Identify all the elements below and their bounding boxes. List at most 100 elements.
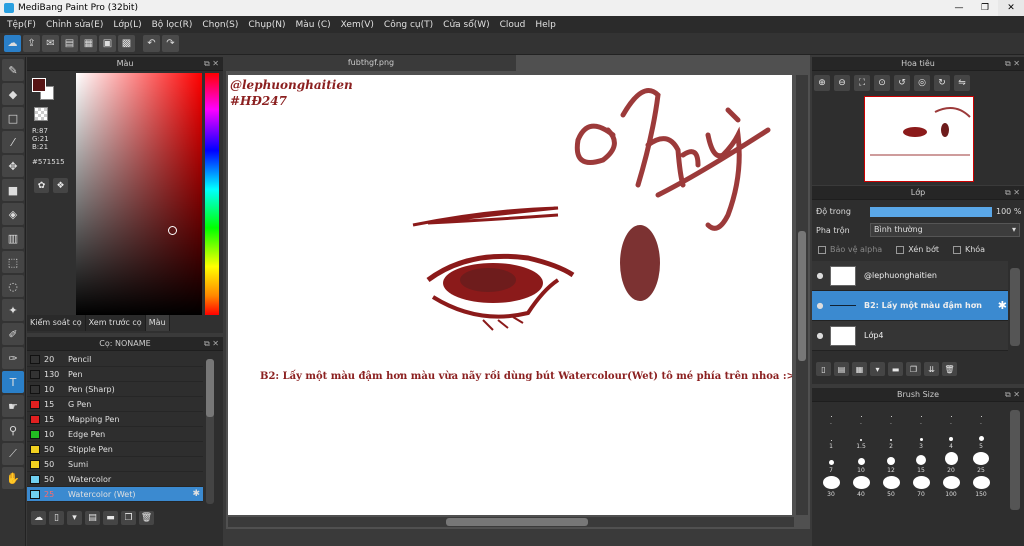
color-cursor[interactable] — [168, 226, 177, 235]
zoom-in-icon[interactable]: ⊕ — [814, 75, 830, 91]
panel-close-icon[interactable]: ⧉ ✕ — [1005, 388, 1020, 402]
brush-item[interactable]: 50 Stipple Pen — [27, 442, 203, 457]
brush-size-option[interactable]: 10 — [846, 452, 876, 476]
brush-size-option[interactable]: 3 — [906, 428, 936, 452]
menu-filter[interactable]: Bộ lọc(R) — [147, 20, 198, 30]
zoom-out-icon[interactable]: ⊖ — [834, 75, 850, 91]
scrollbar-thumb[interactable] — [798, 231, 806, 361]
move-tool-icon[interactable]: ✥ — [2, 155, 24, 177]
select-eraser-icon[interactable]: ✑ — [2, 347, 24, 369]
brush-size-scrollbar[interactable] — [1010, 410, 1020, 510]
gear-icon[interactable]: ✱ — [192, 489, 200, 499]
folder-icon[interactable]: ▬ — [888, 362, 903, 376]
brush-size-option[interactable]: 150 — [966, 476, 996, 500]
brush-size-option[interactable]: 2 — [876, 428, 906, 452]
tab-brush-preview[interactable]: Xem trước cọ — [85, 315, 146, 331]
brush-size-option[interactable]: 40 — [846, 476, 876, 500]
rotate-left-icon[interactable]: ↺ — [894, 75, 910, 91]
brush-size-option[interactable]: 5 — [966, 428, 996, 452]
brush-size-option[interactable]: . — [816, 404, 846, 428]
new-layer-icon[interactable]: ▯ — [816, 362, 831, 376]
merge-layer-icon[interactable]: ⇊ — [924, 362, 939, 376]
layer-row-selected[interactable]: ● B2: Lấy một màu đậm hơn ✱ — [812, 291, 1008, 321]
delete-icon[interactable]: 🗑 — [942, 362, 957, 376]
flip-icon[interactable]: ⇋ — [954, 75, 970, 91]
brush-item[interactable]: 50 Watercolor — [27, 472, 203, 487]
brush-size-option[interactable]: 7 — [816, 452, 846, 476]
palette-icon[interactable]: ✿ — [34, 178, 49, 193]
brush-size-option[interactable]: 4 — [936, 428, 966, 452]
hue-slider[interactable] — [205, 73, 219, 315]
visibility-icon[interactable]: ● — [812, 331, 828, 340]
brush-size-option[interactable]: 25 — [966, 452, 996, 476]
brush-item-selected[interactable]: 25 Watercolor (Wet) ✱ — [27, 487, 203, 502]
fit-icon[interactable]: ⛶ — [854, 75, 870, 91]
brush-item[interactable]: 10 Edge Pen — [27, 427, 203, 442]
add-layer-menu-icon[interactable]: ▾ — [870, 362, 885, 376]
menu-tools[interactable]: Công cụ(T) — [379, 20, 438, 30]
panel-close-icon[interactable]: ⧉ ✕ — [1005, 57, 1020, 71]
canvas-vertical-scrollbar[interactable] — [796, 75, 808, 515]
rotate-reset-icon[interactable]: ◎ — [914, 75, 930, 91]
brush-size-option[interactable]: 20 — [936, 452, 966, 476]
brush-item[interactable]: 130 Pen — [27, 367, 203, 382]
canvas[interactable]: @lephuonghaitien #HĐ247 B2: Lấy một màu … — [228, 75, 792, 515]
layer-row[interactable]: ● Lớp4 — [812, 321, 1008, 351]
lock-checkbox[interactable]: Khóa — [952, 245, 985, 254]
shape-tool-icon[interactable]: □ — [2, 107, 24, 129]
brush-item[interactable]: 50 Sumi — [27, 457, 203, 472]
menu-color[interactable]: Màu (C) — [291, 20, 336, 30]
tab-brush-control[interactable]: Kiểm soát cọ — [27, 315, 86, 331]
page-icon[interactable]: ▤ — [61, 35, 78, 52]
brush-size-option[interactable]: . — [966, 404, 996, 428]
document-tab[interactable]: fubthgf.png — [226, 55, 516, 71]
menu-window[interactable]: Cửa sổ(W) — [438, 20, 494, 30]
brush-size-option[interactable]: 70 — [906, 476, 936, 500]
brush-list-scrollbar[interactable] — [206, 359, 214, 504]
comment-icon[interactable]: ✉ — [42, 35, 59, 52]
menu-snap[interactable]: Chụp(N) — [243, 20, 290, 30]
minimize-button[interactable]: — — [946, 0, 972, 16]
new-8bit-layer-icon[interactable]: ▦ — [852, 362, 867, 376]
eyedropper-icon[interactable]: ⟋ — [2, 443, 24, 465]
document-icon[interactable]: ▦ — [80, 35, 97, 52]
brush-item[interactable]: 10 Pen (Sharp) — [27, 382, 203, 397]
dropper-icon[interactable]: ⚲ — [2, 419, 24, 441]
brush-size-option[interactable]: 100 — [936, 476, 966, 500]
brush-size-option[interactable]: . — [936, 404, 966, 428]
brush-item[interactable]: 20 Pencil — [27, 352, 203, 367]
dot-tool-icon[interactable]: ⁄ — [2, 131, 24, 153]
opacity-slider[interactable] — [870, 207, 992, 217]
add-brush-icon[interactable]: ▾ — [67, 511, 82, 525]
brush-tool-icon[interactable]: ✎ — [2, 59, 24, 81]
brush-size-option[interactable]: . — [906, 404, 936, 428]
brush-size-option[interactable]: . — [876, 404, 906, 428]
menu-help[interactable]: Help — [530, 20, 561, 30]
magic-wand-icon[interactable]: ✦ — [2, 299, 24, 321]
maximize-button[interactable]: ❐ — [972, 0, 998, 16]
close-button[interactable]: ✕ — [998, 0, 1024, 16]
folder-icon[interactable]: ▬ — [103, 511, 118, 525]
canvas-horizontal-scrollbar[interactable] — [228, 517, 794, 527]
grid-icon[interactable]: ▩ — [118, 35, 135, 52]
brush-size-option[interactable]: 30 — [816, 476, 846, 500]
scrollbar-thumb[interactable] — [206, 359, 214, 417]
brush-size-option[interactable]: 1 — [816, 428, 846, 452]
eraser-tool-icon[interactable]: ◆ — [2, 83, 24, 105]
menu-file[interactable]: Tệp(F) — [2, 20, 41, 30]
menu-view[interactable]: Xem(V) — [336, 20, 379, 30]
visibility-icon[interactable]: ● — [812, 301, 828, 310]
transparent-swatch[interactable] — [34, 107, 48, 121]
cloud-icon[interactable]: ☁ — [4, 35, 21, 52]
copy-brush-icon[interactable]: ❐ — [121, 511, 136, 525]
panel-close-icon[interactable]: ⧉ ✕ — [204, 57, 219, 71]
brush-size-option[interactable]: 1.5 — [846, 428, 876, 452]
menu-edit[interactable]: Chỉnh sửa(E) — [41, 20, 108, 30]
brush-size-option[interactable]: 50 — [876, 476, 906, 500]
new-halftone-layer-icon[interactable]: ▤ — [834, 362, 849, 376]
new-brush-icon[interactable]: ▯ — [49, 511, 64, 525]
menu-cloud[interactable]: Cloud — [495, 20, 531, 30]
visibility-icon[interactable]: ● — [812, 271, 828, 280]
cloud-brush-icon[interactable]: ☁ — [31, 511, 46, 525]
delete-icon[interactable]: 🗑 — [139, 511, 154, 525]
